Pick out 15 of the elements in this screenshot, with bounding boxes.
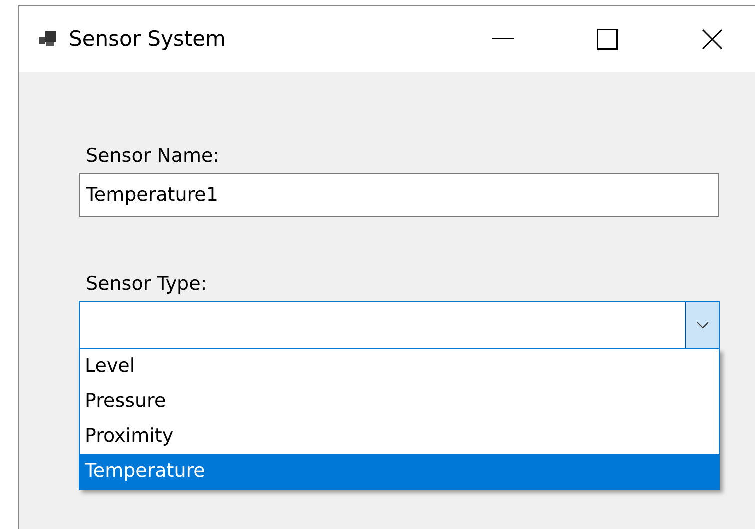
- dropdown-option[interactable]: Level: [80, 349, 719, 384]
- sensor-type-dropdown[interactable]: [79, 301, 720, 349]
- maximize-icon: [597, 28, 618, 50]
- app-icon: [39, 31, 57, 47]
- sensor-name-label: Sensor Name:: [86, 145, 220, 167]
- sensor-name-field[interactable]: Temperature1: [79, 173, 719, 217]
- minimize-icon: [492, 38, 514, 40]
- dropdown-button[interactable]: [685, 302, 719, 348]
- dropdown-option[interactable]: Proximity: [80, 419, 719, 454]
- window-title: Sensor System: [69, 27, 227, 51]
- dropdown-option[interactable]: Temperature: [80, 454, 719, 489]
- chevron-down-icon: [696, 322, 708, 328]
- dropdown-option[interactable]: Pressure: [80, 384, 719, 419]
- close-icon: [702, 28, 723, 50]
- sensor-type-label: Sensor Type:: [86, 273, 208, 295]
